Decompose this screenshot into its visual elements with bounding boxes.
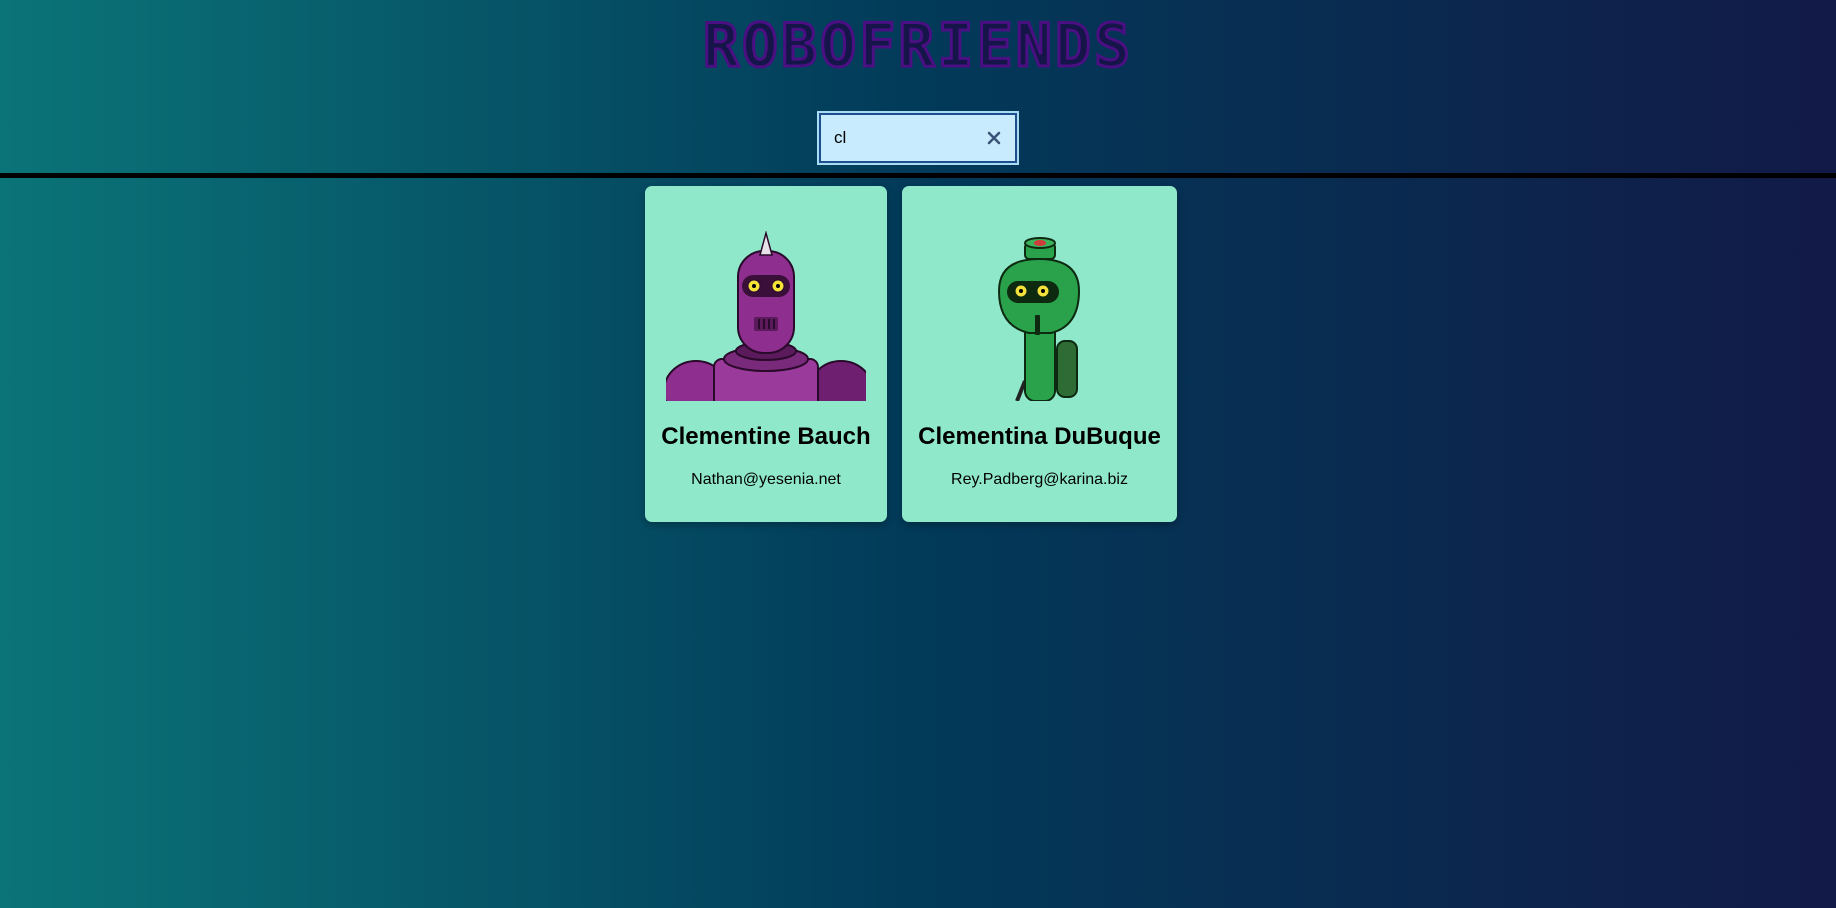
robot-email: Rey.Padberg@karina.biz [951,471,1128,488]
robot-name: Clementine Bauch [661,423,871,450]
robot-avatar [997,237,1081,401]
robot-card[interactable]: Clementine Bauch Nathan@yesenia.net [645,186,887,522]
robot-card[interactable]: Clementina DuBuque Rey.Padberg@karina.bi… [902,186,1177,522]
search-box[interactable] [817,111,1019,165]
divider [0,173,1836,178]
robot-email: Nathan@yesenia.net [691,471,841,488]
app-title: ROBOFRIENDS [701,10,1134,83]
robot-avatar [666,231,866,401]
robot-name: Clementina DuBuque [918,423,1161,450]
close-icon[interactable] [983,127,1005,149]
header: ROBOFRIENDS [0,0,1836,174]
search-input[interactable] [821,115,971,161]
